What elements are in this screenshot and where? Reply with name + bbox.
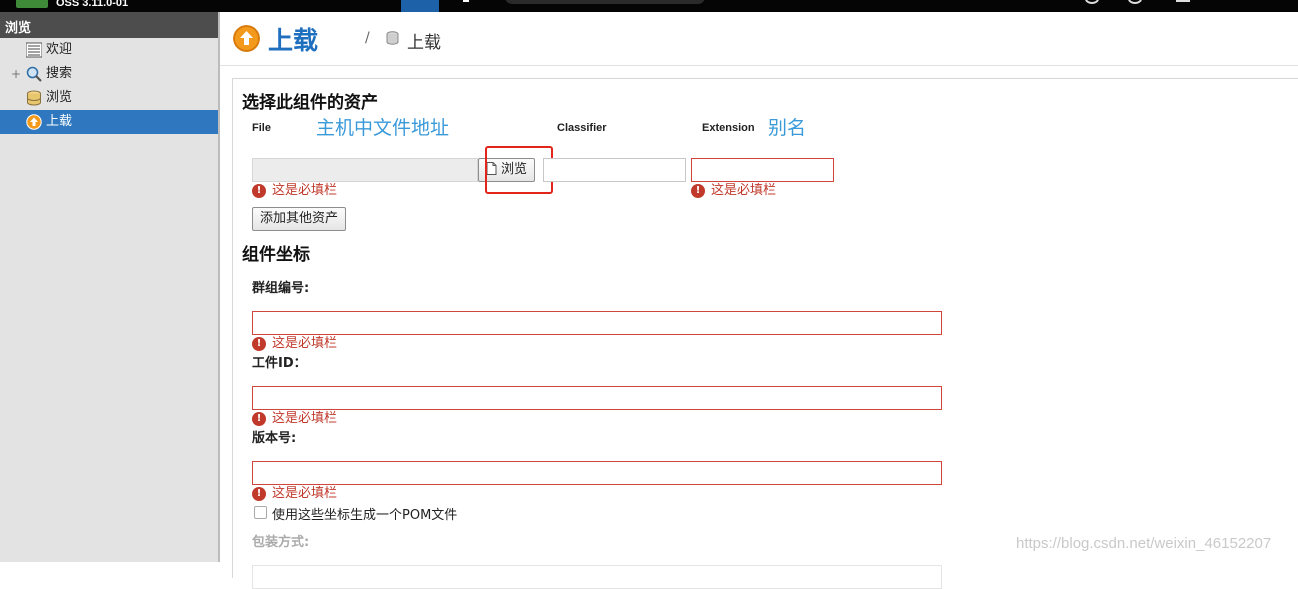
sidebar-header: 浏览 <box>0 12 218 38</box>
add-asset-button[interactable]: 添加其他资产 <box>252 207 347 231</box>
sidebar-item-label: 浏览 <box>46 90 73 105</box>
refresh-icon[interactable] <box>1085 0 1099 4</box>
upload-icon <box>233 25 260 52</box>
group-id-label: 群组编号: <box>252 281 310 296</box>
list-icon <box>26 42 42 58</box>
packaging-input[interactable] <box>252 565 942 589</box>
file-path-field[interactable] <box>252 158 478 182</box>
search-icon <box>26 66 42 82</box>
group-id-input[interactable] <box>252 311 942 335</box>
extension-annotation: 别名 <box>768 117 807 139</box>
sidebar-item-upload[interactable]: 上载 <box>0 110 218 134</box>
sidebar-item-welcome[interactable]: 欢迎 <box>0 38 218 62</box>
upload-form: 选择此组件的资产 File 主机中文件地址 Classifier Extensi… <box>232 78 1298 589</box>
artifact-id-label: 工件ID： <box>252 356 307 371</box>
breadcrumb-separator: / <box>365 30 370 46</box>
error-icon: ! <box>252 412 266 426</box>
artifact-id-error: ! 这是必填栏 <box>252 411 337 427</box>
sidebar-item-search[interactable]: + 搜索 <box>0 62 218 86</box>
app-logo <box>16 0 48 8</box>
breadcrumb-label[interactable]: 上载 <box>407 28 441 53</box>
database-icon <box>27 90 41 106</box>
database-icon <box>386 31 399 45</box>
assets-section-title: 选择此组件的资产 <box>242 93 378 113</box>
version-error: ! 这是必填栏 <box>252 486 337 502</box>
extension-input[interactable] <box>691 158 834 182</box>
artifact-id-input[interactable] <box>252 386 942 410</box>
file-column-label: File <box>252 122 271 134</box>
generate-pom-label: 使用这些坐标生成一个POM文件 <box>272 508 458 523</box>
expand-icon[interactable]: + <box>11 62 21 86</box>
error-icon: ! <box>252 337 266 351</box>
sidebar: 浏览 欢迎 + 搜索 浏览 上载 <box>0 12 220 562</box>
menu-dot-icon[interactable] <box>463 0 469 2</box>
version-input[interactable] <box>252 461 942 485</box>
app-version: OSS 3.11.0-01 <box>56 0 129 9</box>
page-title: 上载 <box>268 27 319 55</box>
help-icon[interactable] <box>1128 0 1142 4</box>
watermark-text: https://blog.csdn.net/weixin_46152207 <box>1016 535 1272 552</box>
generate-pom-checkbox[interactable] <box>254 506 267 519</box>
sidebar-item-label: 欢迎 <box>46 42 73 57</box>
page-header: 上载 / 上载 <box>220 12 1298 66</box>
file-annotation: 主机中文件地址 <box>316 117 450 139</box>
coordinates-section-title: 组件坐标 <box>242 245 310 265</box>
sidebar-item-label: 搜索 <box>46 66 73 81</box>
global-search-input[interactable] <box>505 0 705 4</box>
cube-icon[interactable] <box>401 0 439 12</box>
sidebar-item-label: 上载 <box>46 114 73 129</box>
top-bar: OSS 3.11.0-01 <box>0 0 1298 12</box>
user-icon[interactable] <box>1176 0 1190 2</box>
classifier-column-label: Classifier <box>557 122 607 134</box>
version-label: 版本号: <box>252 431 297 446</box>
file-error: ! 这是必填栏 <box>252 183 337 199</box>
error-icon: ! <box>691 184 705 198</box>
group-id-error: ! 这是必填栏 <box>252 336 337 352</box>
extension-error: ! 这是必填栏 <box>691 183 776 199</box>
main-content: 上载 / 上载 选择此组件的资产 File 主机中文件地址 Classifier… <box>220 12 1298 589</box>
extension-column-label: Extension <box>702 122 755 134</box>
classifier-input[interactable] <box>543 158 686 182</box>
packaging-label: 包装方式: <box>252 535 310 550</box>
upload-icon <box>26 114 42 130</box>
error-icon: ! <box>252 487 266 501</box>
sidebar-item-browse[interactable]: 浏览 <box>0 86 218 110</box>
error-icon: ! <box>252 184 266 198</box>
